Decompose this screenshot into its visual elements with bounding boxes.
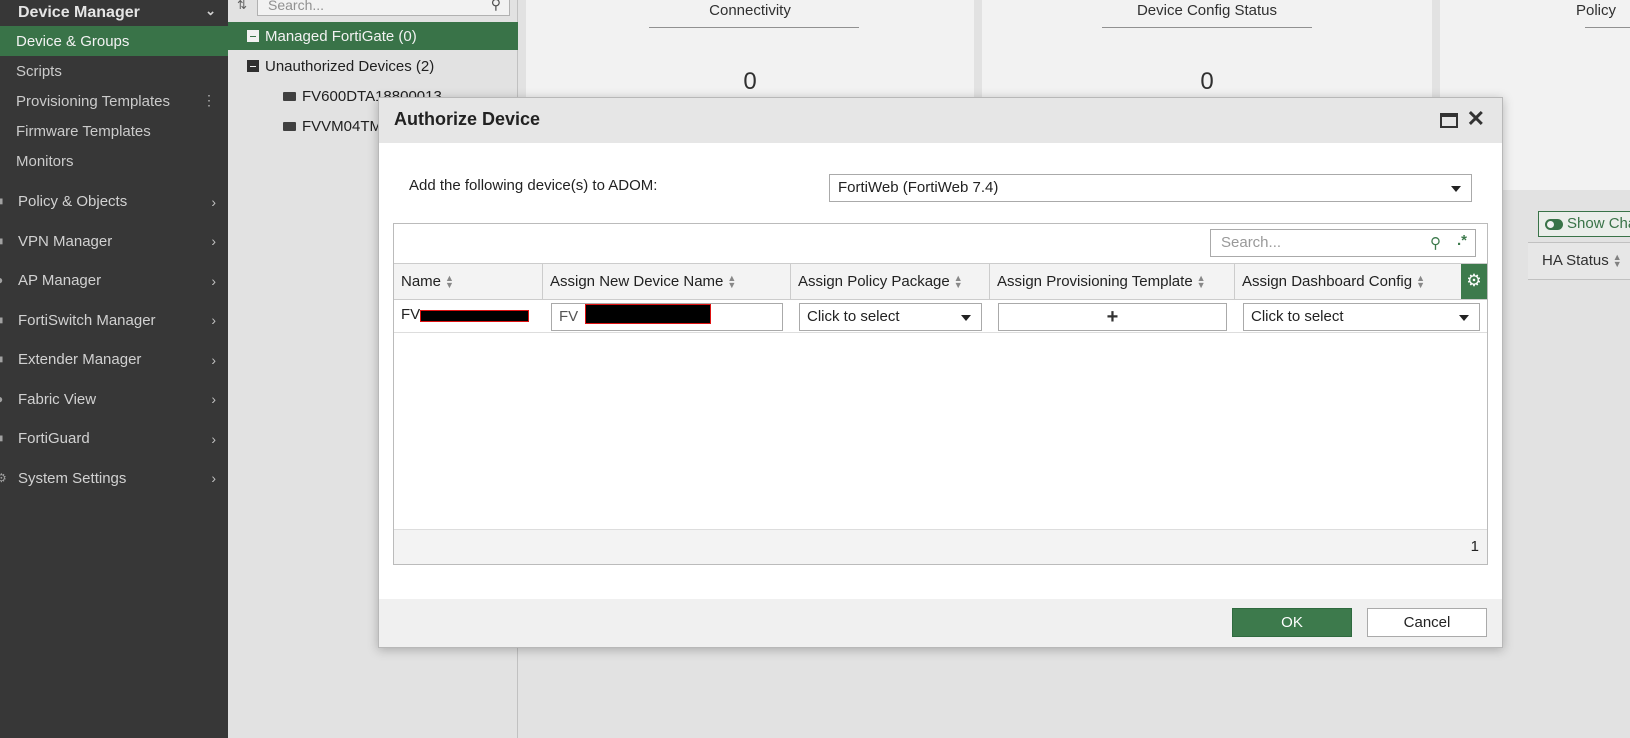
adom-label: Add the following device(s) to ADOM: [409,177,658,194]
grid-footer: 1 [394,529,1487,564]
new-device-name-prefix: FV [559,308,579,325]
adom-select-value: FortiWeb (FortiWeb 7.4) [838,179,999,196]
device-name-prefix: FV [401,306,421,323]
search-icon[interactable]: ⚲ [1430,234,1441,252]
policy-package-value: Click to select [807,308,900,325]
dialog-title: Authorize Device [394,109,541,129]
column-header-name[interactable]: Name ▲ ▼ [394,264,543,299]
grid-search-placeholder: Search... [1221,234,1282,251]
gear-icon[interactable]: ⚙ [1461,264,1487,299]
redaction-block [420,310,530,323]
plus-icon: + [1106,306,1119,328]
ok-button[interactable]: OK [1232,608,1352,637]
new-device-name-input[interactable]: FV [551,303,783,331]
adom-select[interactable]: FortiWeb (FortiWeb 7.4) [829,174,1472,202]
sort-icon[interactable]: ▲ ▼ [445,274,454,290]
column-label: Assign New Device Name [550,273,724,290]
grid-search-input[interactable]: Search... ⚲ .* [1210,229,1476,257]
column-header-policy-package[interactable]: Assign Policy Package ▲ ▼ [791,264,990,299]
caret-down-icon [1451,186,1461,192]
dashboard-config-value: Click to select [1251,308,1344,325]
sort-icon[interactable]: ▲ ▼ [1416,274,1425,290]
grid-header: Name ▲ ▼ Assign New Device Name ▲ ▼ Assign P… [394,263,1487,300]
column-header-provisioning-template[interactable]: Assign Provisioning Template ▲ ▼ [990,264,1235,299]
dashboard-config-select[interactable]: Click to select [1243,303,1480,331]
provisioning-template-button[interactable]: + [998,303,1227,331]
policy-package-select[interactable]: Click to select [799,303,982,331]
dialog-header: Authorize Device ✕ [379,98,1502,143]
column-label: Assign Policy Package [798,273,950,290]
column-header-dashboard-config[interactable]: Assign Dashboard Config ▲ ▼ [1235,264,1461,299]
column-label: Assign Dashboard Config [1242,273,1413,290]
cancel-button-label: Cancel [1403,614,1451,631]
device-grid: Search... ⚲ .* Name ▲ ▼ Assign New Device … [393,223,1488,565]
column-label: Name [401,273,442,290]
caret-down-icon [961,315,971,321]
ok-button-label: OK [1281,614,1303,631]
column-header-new-name[interactable]: Assign New Device Name ▲ ▼ [543,264,791,299]
maximize-icon[interactable] [1440,113,1458,128]
caret-down-icon [1459,315,1469,321]
authorize-device-dialog: Authorize Device ✕ Add the following dev… [378,97,1503,648]
row-count: 1 [1470,538,1479,555]
sort-icon[interactable]: ▲ ▼ [1197,274,1206,290]
dialog-footer: OK Cancel [379,599,1502,647]
cancel-button[interactable]: Cancel [1367,608,1487,637]
redaction-block [585,304,711,324]
table-row[interactable]: FV FV Click to select + Click to select [394,300,1487,333]
close-icon[interactable]: ✕ [1467,107,1485,131]
sort-icon[interactable]: ▲ ▼ [727,274,736,290]
column-label: Assign Provisioning Template [997,273,1193,290]
regex-icon[interactable]: .* [1457,232,1467,249]
device-name-cell: FV [394,300,543,332]
sort-icon[interactable]: ▲ ▼ [954,274,963,290]
